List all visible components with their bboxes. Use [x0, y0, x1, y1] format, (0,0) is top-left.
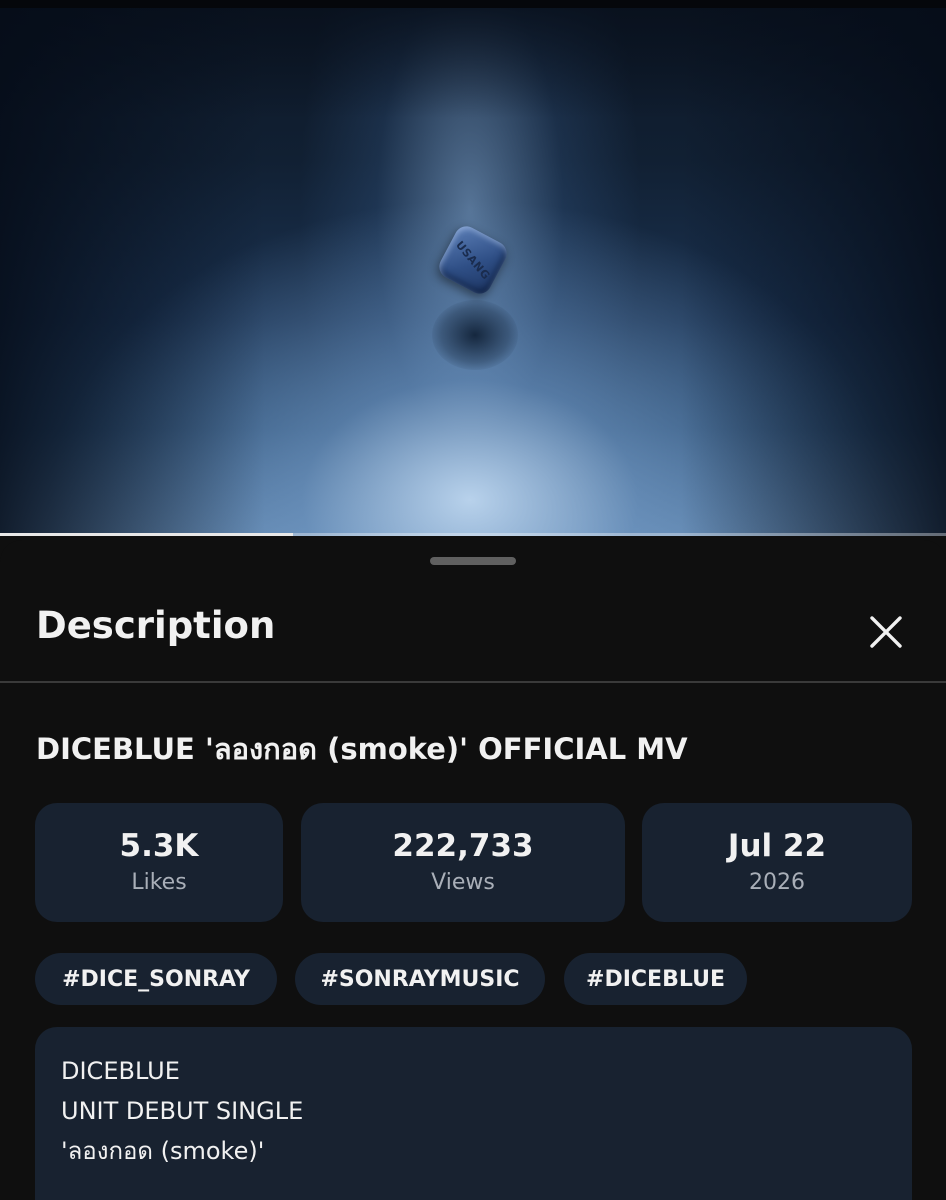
views-label: Views	[431, 869, 495, 895]
likes-label: Likes	[131, 869, 187, 895]
dice-label: USANG	[453, 238, 493, 282]
publish-date: Jul 22	[727, 827, 827, 864]
drag-handle[interactable]	[430, 557, 516, 565]
sheet-title: Description	[36, 604, 276, 647]
hashtag-diceblue[interactable]: #DICEBLUE	[564, 953, 747, 1005]
views-count: 222,733	[392, 827, 534, 864]
stats-row: 5.3K Likes 222,733 Views Jul 22 2026	[35, 803, 912, 922]
stat-date: Jul 22 2026	[642, 803, 912, 922]
header-divider	[0, 681, 946, 683]
likes-count: 5.3K	[119, 827, 199, 864]
die-shadow	[432, 300, 518, 370]
progress-bar[interactable]	[0, 533, 946, 536]
screen: USANG Description DICEBLUE 'ลองกอด (smok…	[0, 0, 946, 1200]
close-icon	[870, 616, 902, 648]
video-top-edge	[0, 0, 946, 8]
stat-views: 222,733 Views	[301, 803, 625, 922]
video-player[interactable]: USANG	[0, 0, 946, 536]
description-line: DICEBLUE	[61, 1057, 180, 1085]
close-button[interactable]	[860, 606, 912, 658]
stat-likes: 5.3K Likes	[35, 803, 283, 922]
progress-bar-fill	[0, 533, 294, 536]
description-sheet: Description DICEBLUE 'ลองกอด (smoke)' OF…	[0, 540, 946, 1200]
description-line: UNIT DEBUT SINGLE	[61, 1097, 304, 1125]
hashtag-sonraymusic[interactable]: #SONRAYMUSIC	[295, 953, 545, 1005]
description-body: DICEBLUE UNIT DEBUT SINGLE 'ลองกอด (smok…	[35, 1027, 912, 1200]
publish-year: 2026	[749, 869, 805, 895]
hashtag-row: #DICE_SONRAY #SONRAYMUSIC #DICEBLUE	[35, 953, 915, 1005]
hashtag-dice-sonray[interactable]: #DICE_SONRAY	[35, 953, 277, 1005]
video-title: DICEBLUE 'ลองกอด (smoke)' OFFICIAL MV	[36, 732, 688, 766]
description-line: 'ลองกอด (smoke)'	[61, 1137, 265, 1165]
